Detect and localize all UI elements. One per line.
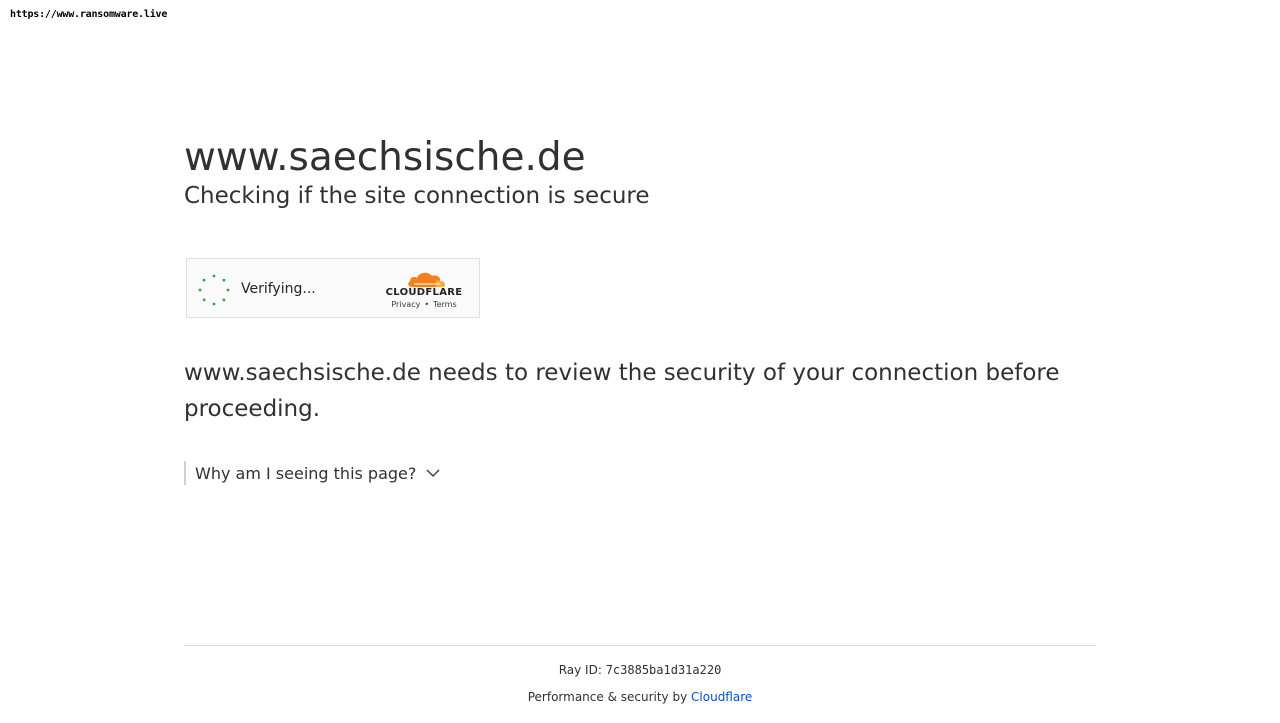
footer-divider xyxy=(184,645,1096,646)
page-subtitle: Checking if the site connection is secur… xyxy=(184,183,650,209)
cloudflare-cloud-icon xyxy=(408,272,445,287)
watermark-url: https://www.ransomware.live xyxy=(10,9,168,20)
review-message: www.saechsische.de needs to review the s… xyxy=(184,360,1060,422)
privacy-link[interactable]: Privacy xyxy=(391,300,420,309)
ray-id-line: Ray ID: 7c3885ba1d31a220 xyxy=(0,663,1280,677)
verifying-status: Verifying... xyxy=(241,281,316,297)
ray-id-value: 7c3885ba1d31a220 xyxy=(605,663,722,677)
chevron-down-icon xyxy=(426,469,440,477)
cloudflare-link[interactable]: Cloudflare xyxy=(691,690,752,704)
turnstile-widget[interactable]: Verifying... CLOUDFLARE Privacy • Terms xyxy=(186,258,480,318)
spinner-icon xyxy=(198,274,230,306)
widget-links: Privacy • Terms xyxy=(384,300,464,309)
main-content: www.saechsische.de Checking if the site … xyxy=(184,133,1096,485)
performance-line: Performance & security by Cloudflare xyxy=(0,690,1280,704)
why-disclosure[interactable]: Why am I seeing this page? xyxy=(184,461,440,485)
site-title: www.saechsische.de xyxy=(184,135,586,180)
link-separator: • xyxy=(424,300,430,309)
ray-id-label: Ray ID: xyxy=(558,663,602,677)
cloudflare-logo[interactable]: CLOUDFLARE Privacy • Terms xyxy=(384,269,464,309)
terms-link[interactable]: Terms xyxy=(433,300,457,309)
why-label: Why am I seeing this page? xyxy=(195,463,417,483)
cloudflare-wordmark: CLOUDFLARE xyxy=(385,287,463,298)
performance-label: Performance & security by xyxy=(527,690,688,704)
